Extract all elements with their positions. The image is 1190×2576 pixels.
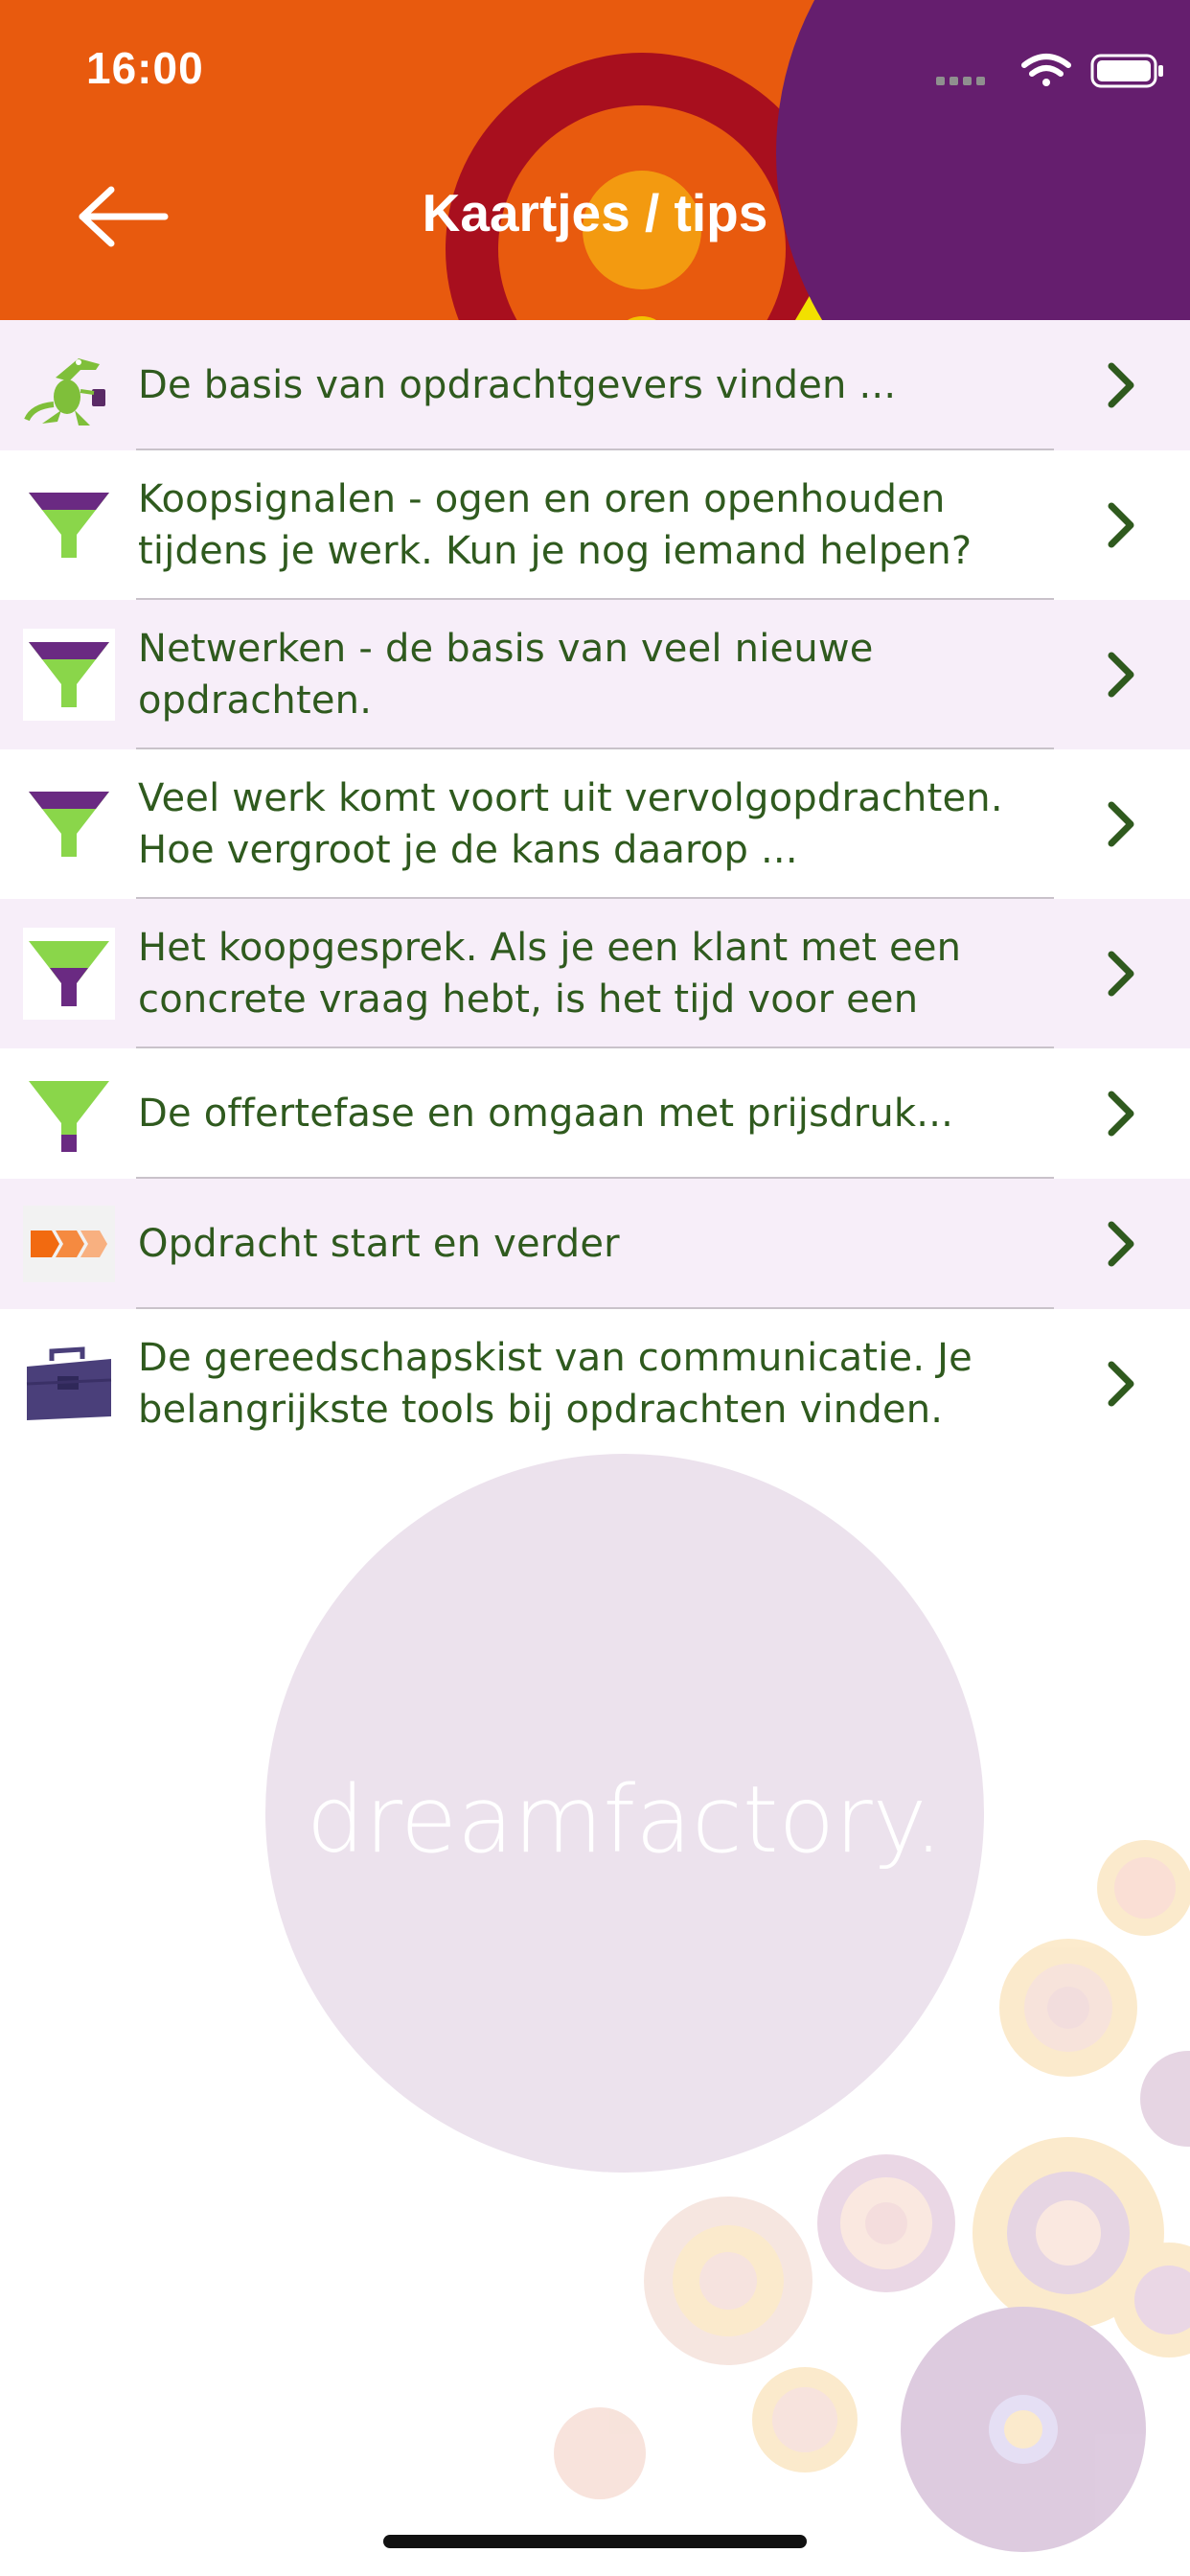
chevron-right-icon [1108,801,1134,847]
list-item-vervolgopdrachten[interactable]: Veel werk komt voort uit vervolgopdracht… [0,749,1190,899]
dreamfactory-logo-text: dreamfactory. [307,1766,944,1874]
list-item-koopgesprek[interactable]: Het koopgesprek. Als je een klant met ee… [0,899,1190,1048]
tips-list: De basis van opdrachtgevers vinden ... K… [0,320,1190,1459]
list-item-label: De gereedschapskist van communicatie. Je… [138,1336,973,1432]
toolbox-icon [26,1346,112,1420]
list-item-label: De offertefase en omgaan met prijsdruk..… [138,1092,954,1136]
chevron-right-icon [1108,652,1134,698]
chevron-right-icon [1108,1361,1134,1407]
list-item-opdracht-start[interactable]: Opdracht start en verder [0,1179,1190,1309]
funnel-top-icon [23,629,115,721]
chevron-right-icon [1108,1091,1134,1137]
chevron-right-icon [1108,502,1134,548]
list-item-koopsignalen[interactable]: Koopsignalen - ogen en oren openhouden t… [0,450,1190,600]
funnel-top-icon [29,493,109,558]
list-item-offertefase[interactable]: De offertefase en omgaan met prijsdruk..… [0,1048,1190,1179]
chevron-right-icon [1108,951,1134,997]
list-item-label: De basis van opdrachtgevers vinden ... [138,363,897,407]
list-item-basis[interactable]: De basis van opdrachtgevers vinden ... [0,320,1190,450]
funnel-bottom-icon [29,1081,109,1152]
home-indicator[interactable] [383,2535,807,2548]
funnel-top-icon [29,792,109,857]
chevron-right-icon [1108,362,1134,408]
list-item-label: Koopsignalen - ogen en oren openhouden t… [138,477,973,573]
arrows-icon [23,1206,115,1282]
crocodile-icon [24,358,105,426]
list-item-netwerken[interactable]: Netwerken - de basis van veel nieuwe opd… [0,600,1190,749]
list-item-label: Het koopgesprek. Als je een klant met ee… [138,926,962,1022]
list-item-gereedschapskist[interactable]: De gereedschapskist van communicatie. Je… [0,1309,1190,1459]
list-item-label: Veel werk komt voort uit vervolgopdracht… [138,776,1003,872]
list-item-label: Netwerken - de basis van veel nieuwe opd… [138,627,874,723]
funnel-middle-icon [23,928,115,1020]
chevron-right-icon [1108,1221,1134,1267]
list-item-label: Opdracht start en verder [138,1222,620,1266]
